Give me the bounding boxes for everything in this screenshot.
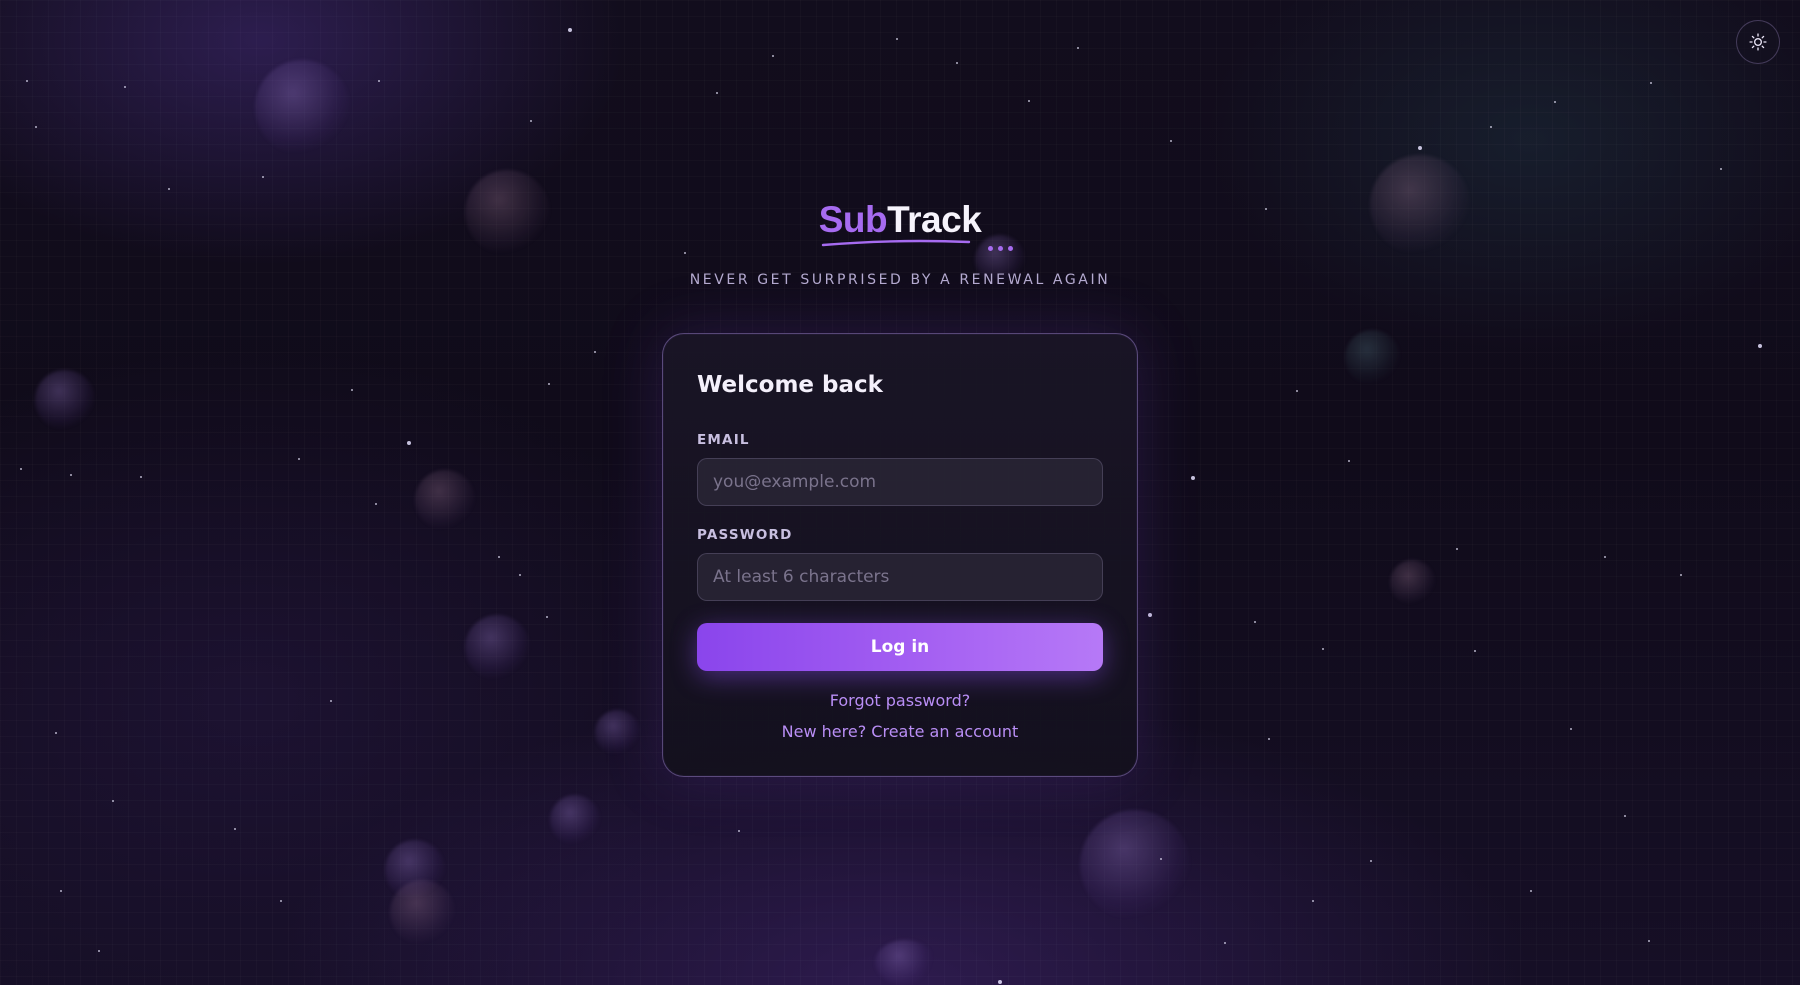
- star-dot: [1490, 126, 1492, 128]
- star-dot: [1530, 890, 1532, 892]
- star-dot: [1456, 548, 1458, 550]
- star-dot: [1148, 613, 1152, 617]
- star-dot: [1170, 140, 1172, 142]
- logo-underline-swoosh: [821, 239, 970, 247]
- star-dot: [1312, 900, 1314, 902]
- star-dot: [1418, 146, 1422, 150]
- star-dot: [1680, 574, 1682, 576]
- logo-track-text: Track: [887, 199, 982, 240]
- decor-orb: [390, 880, 455, 945]
- star-dot: [1648, 940, 1650, 942]
- email-label: EMAIL: [697, 432, 750, 448]
- decor-orb: [1080, 810, 1190, 920]
- star-dot: [168, 188, 170, 190]
- star-dot: [1191, 476, 1195, 480]
- brand-header: SubTrack NEVER GET SURPRISED BY A RENEWA…: [0, 196, 1800, 288]
- star-dot: [498, 556, 500, 558]
- decor-orb: [1345, 330, 1400, 385]
- star-dot: [298, 458, 300, 460]
- decor-orb: [35, 370, 95, 430]
- forgot-password-link[interactable]: Forgot password?: [697, 691, 1103, 711]
- logo-dot: [1008, 246, 1014, 251]
- star-dot: [351, 389, 353, 391]
- password-input[interactable]: [697, 553, 1103, 601]
- star-dot: [1370, 860, 1372, 862]
- star-dot: [956, 62, 958, 64]
- star-dot: [1160, 858, 1162, 860]
- star-dot: [1474, 650, 1476, 652]
- star-dot: [716, 92, 718, 94]
- login-button[interactable]: Log in: [697, 623, 1103, 671]
- star-dot: [55, 732, 57, 734]
- star-dot: [896, 38, 898, 40]
- decor-orb: [1390, 560, 1435, 605]
- login-title: Welcome back: [697, 372, 883, 398]
- star-dot: [35, 126, 37, 128]
- star-dot: [1570, 728, 1572, 730]
- star-dot: [772, 55, 774, 57]
- star-dot: [1758, 344, 1762, 348]
- star-dot: [1348, 460, 1350, 462]
- decor-orb: [550, 795, 600, 845]
- star-dot: [407, 441, 411, 445]
- star-dot: [375, 503, 377, 505]
- star-dot: [98, 950, 100, 952]
- star-dot: [1322, 648, 1324, 650]
- login-card: Welcome back EMAIL PASSWORD Log in Forgo…: [662, 333, 1138, 777]
- theme-toggle-button[interactable]: [1736, 20, 1780, 64]
- star-dot: [546, 616, 548, 618]
- star-dot: [70, 474, 72, 476]
- decor-orb: [875, 940, 935, 985]
- star-dot: [378, 80, 380, 82]
- star-dot: [280, 900, 282, 902]
- star-dot: [998, 980, 1002, 984]
- star-dot: [60, 890, 62, 892]
- star-dot: [1268, 738, 1270, 740]
- star-dot: [20, 468, 22, 470]
- star-dot: [234, 828, 236, 830]
- star-dot: [124, 86, 126, 88]
- star-dot: [738, 830, 740, 832]
- star-dot: [1254, 621, 1256, 623]
- decor-orb: [465, 615, 530, 680]
- decor-orb: [255, 60, 350, 155]
- star-dot: [1650, 82, 1652, 84]
- star-dot: [330, 700, 332, 702]
- star-dot: [1624, 815, 1626, 817]
- sun-icon: [1749, 33, 1767, 51]
- email-input[interactable]: [697, 458, 1103, 506]
- star-dot: [519, 574, 521, 576]
- star-dot: [1077, 47, 1079, 49]
- logo-dots: [988, 246, 1014, 251]
- create-account-link[interactable]: New here? Create an account: [697, 722, 1103, 742]
- star-dot: [1296, 390, 1298, 392]
- star-dot: [26, 80, 28, 82]
- star-dot: [1554, 101, 1556, 103]
- star-dot: [140, 476, 142, 478]
- app-logo: SubTrack: [818, 196, 1014, 251]
- star-dot: [1028, 100, 1030, 102]
- star-dot: [548, 383, 550, 385]
- logo-dot: [988, 246, 994, 251]
- logo-dot: [998, 246, 1004, 251]
- star-dot: [1720, 168, 1722, 170]
- star-dot: [1224, 942, 1226, 944]
- star-dot: [262, 176, 264, 178]
- star-dot: [1604, 556, 1606, 558]
- star-dot: [594, 351, 596, 353]
- star-dot: [530, 120, 532, 122]
- star-dot: [112, 800, 114, 802]
- auth-links: Forgot password? New here? Create an acc…: [697, 691, 1103, 742]
- tagline: NEVER GET SURPRISED BY A RENEWAL AGAIN: [689, 272, 1111, 288]
- decor-orb: [385, 840, 445, 900]
- decor-orb: [415, 470, 475, 530]
- star-dot: [568, 28, 572, 32]
- logo-sub-text: Sub: [818, 199, 888, 240]
- decor-orb: [595, 710, 640, 755]
- password-label: PASSWORD: [697, 527, 793, 543]
